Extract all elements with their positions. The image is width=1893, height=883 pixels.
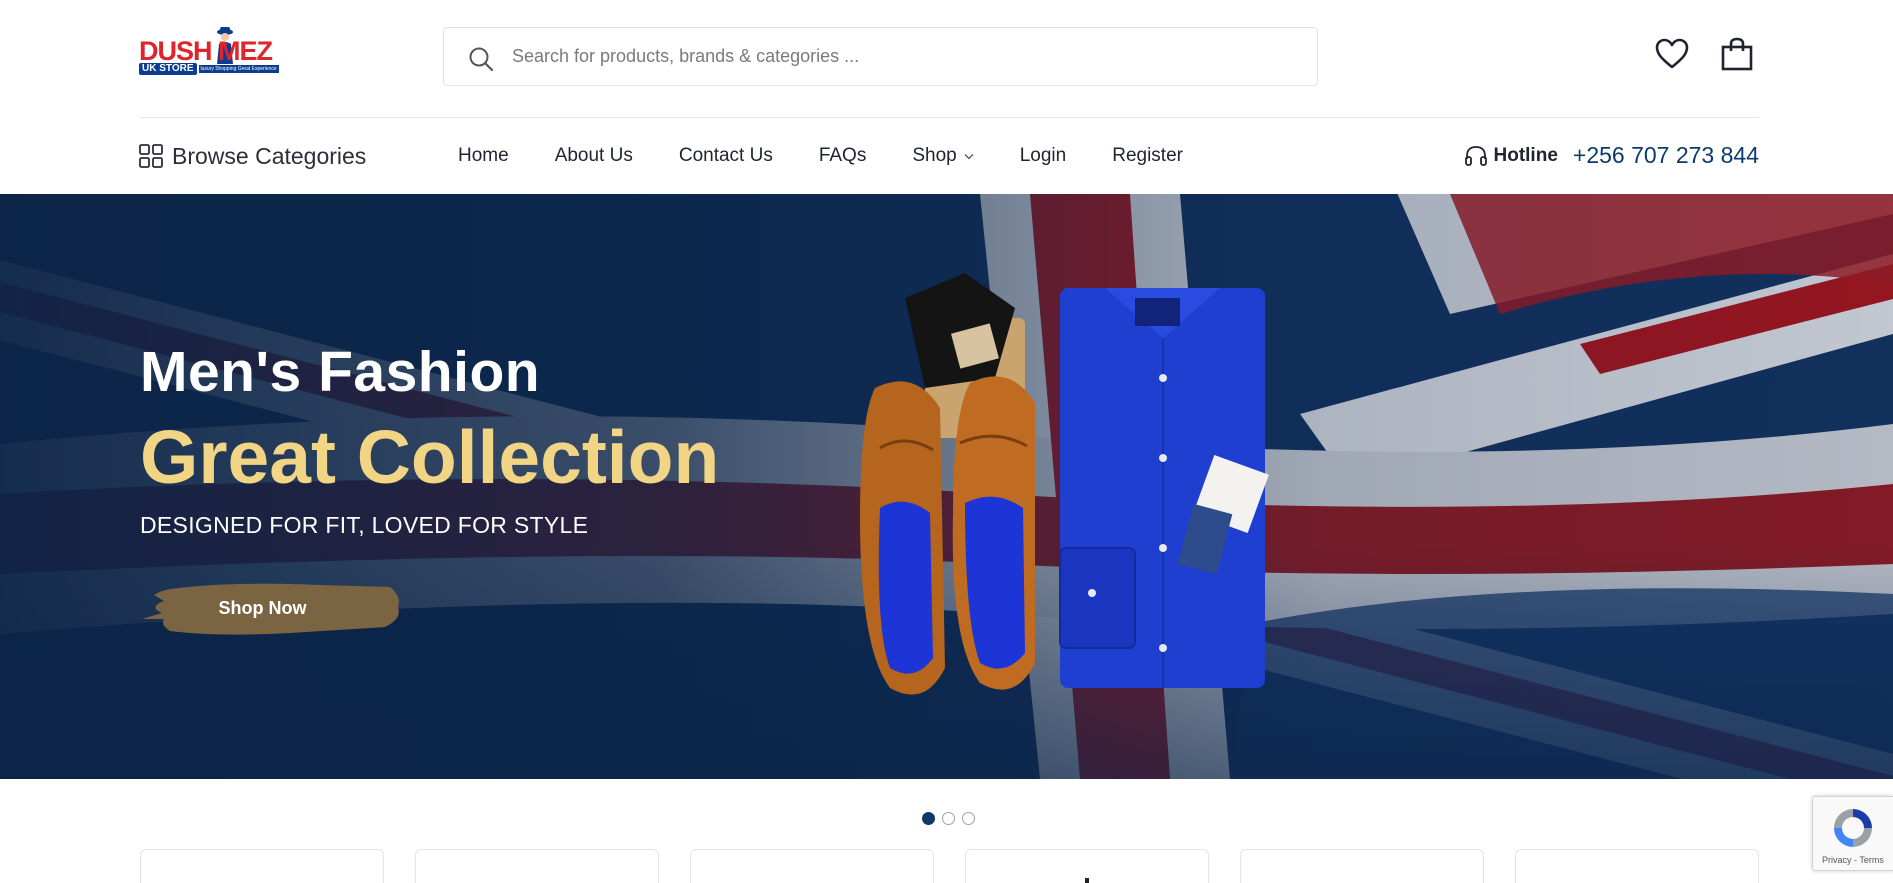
chevron-down-icon [964, 153, 974, 159]
category-card[interactable] [1240, 849, 1484, 883]
nav-shop[interactable]: Shop [912, 145, 974, 167]
product-image-shoes-shirt [860, 273, 1269, 695]
hotline-label: Hotline [1493, 144, 1558, 166]
nav-login[interactable]: Login [1020, 145, 1067, 167]
logo-tagline: luxury Shopping Great Experience [198, 65, 279, 73]
category-card[interactable] [415, 849, 659, 883]
carousel-dot-1[interactable] [922, 812, 935, 825]
nav-contact-us[interactable]: Contact Us [679, 145, 773, 167]
browse-categories-label: Browse Categories [172, 142, 367, 169]
search-bar [443, 27, 1318, 86]
nav-faqs[interactable]: FAQs [819, 145, 867, 167]
logo-wordmark: DUSH MEZ [139, 36, 273, 66]
shopping-bag-icon[interactable] [1719, 36, 1755, 72]
recaptcha-icon [1834, 809, 1872, 847]
nav-shop-label: Shop [912, 145, 957, 166]
category-card[interactable] [690, 849, 934, 883]
nav-home[interactable]: Home [458, 145, 509, 167]
hotline: Hotline +256 707 273 844 [1464, 142, 1759, 169]
carousel-dot-2[interactable] [942, 812, 955, 825]
recaptcha-links[interactable]: Privacy - Terms [1822, 855, 1884, 865]
hero-slider: Men's Fashion Great Collection DESIGNED … [0, 194, 1893, 779]
site-logo[interactable]: DUSH MEZ UK STORE luxury Shopping Great … [139, 26, 291, 76]
carousel-dots [922, 812, 982, 825]
nav-about-us[interactable]: About Us [555, 145, 633, 167]
logo-subline: UK STORE luxury Shopping Great Experienc… [139, 63, 279, 75]
hotline-phone-link[interactable]: +256 707 273 844 [1573, 142, 1759, 169]
category-card[interactable] [1515, 849, 1759, 883]
category-card[interactable] [965, 849, 1209, 883]
hero-subtitle: DESIGNED FOR FIT, LOVED FOR STYLE [140, 512, 589, 538]
shop-now-button[interactable]: Shop Now [140, 579, 402, 639]
category-card-image [1085, 878, 1089, 883]
menu-links: Home About Us Contact Us FAQs Shop Login… [458, 145, 1229, 167]
nav-register[interactable]: Register [1112, 145, 1183, 167]
hero-headline: Great Collection [140, 415, 720, 499]
search-input[interactable] [512, 28, 1292, 85]
shop-now-label: Shop Now [218, 598, 307, 618]
headset-icon [1464, 145, 1487, 166]
heart-icon[interactable] [1654, 36, 1690, 72]
category-card[interactable] [140, 849, 384, 883]
recaptcha-badge[interactable]: Privacy - Terms [1812, 796, 1893, 871]
logo-uk-store: UK STORE [139, 63, 197, 75]
browse-categories-button[interactable]: Browse Categories [139, 141, 366, 171]
category-cards [140, 849, 1790, 883]
grid-icon [139, 144, 163, 168]
carousel-dot-3[interactable] [962, 812, 975, 825]
site-header: DUSH MEZ UK STORE luxury Shopping Great … [0, 0, 1893, 117]
main-navigation: Browse Categories Home About Us Contact … [0, 118, 1893, 193]
search-icon[interactable] [468, 46, 494, 72]
hero-title: Men's Fashion [140, 340, 541, 404]
